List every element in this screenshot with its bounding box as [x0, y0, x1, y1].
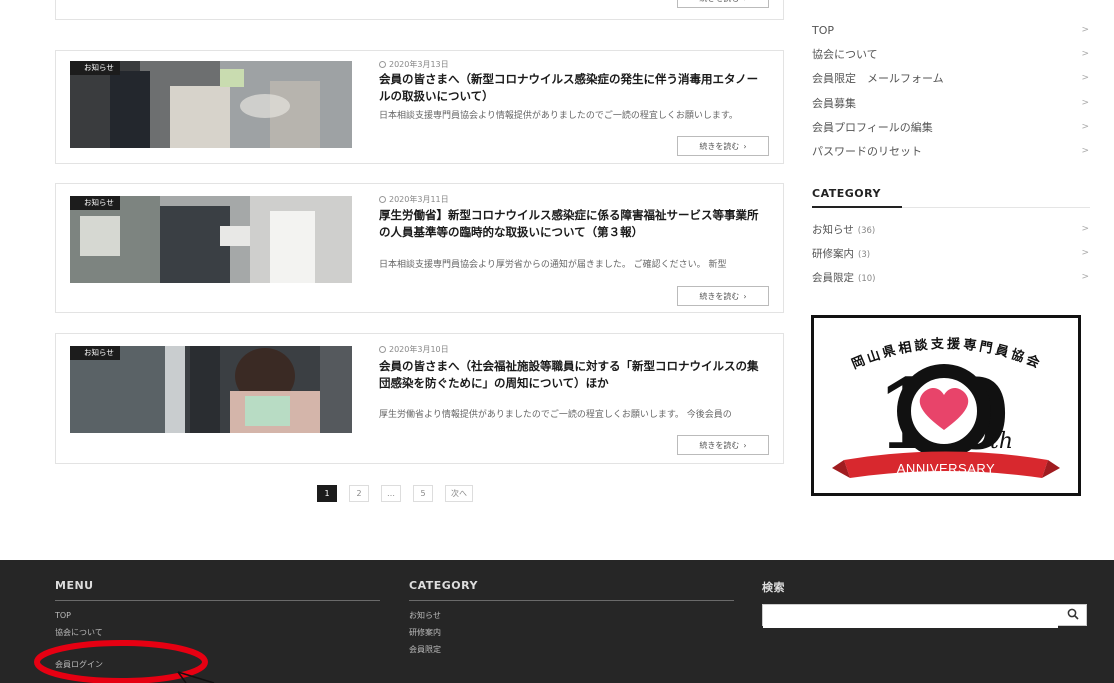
- chevron-right-icon: >: [1081, 121, 1089, 132]
- chevron-right-icon: >: [1081, 97, 1089, 108]
- post-date: 2020年3月13日: [379, 59, 449, 70]
- sidebar-item-mail-form[interactable]: 会員限定 メールフォーム >: [812, 66, 1090, 90]
- sidebar-item-recruit[interactable]: 会員募集 >: [812, 91, 1090, 115]
- chevron-right-icon: >: [1081, 73, 1089, 84]
- pagination: 1 2 … 5 次へ: [317, 485, 473, 502]
- clock-icon: [379, 196, 386, 203]
- post-thumbnail[interactable]: お知らせ: [70, 346, 352, 433]
- chevron-right-icon: >: [1081, 248, 1089, 258]
- footer-link-about[interactable]: 協会について: [55, 624, 380, 641]
- anniversary-logo[interactable]: 岡山県相談支援専門員協会 10 th ANNIVERSARY: [811, 315, 1081, 496]
- divider: [812, 206, 902, 208]
- search-input[interactable]: [763, 607, 1058, 628]
- sidebar-item-password-reset[interactable]: パスワードのリセット >: [812, 139, 1090, 163]
- next-page-button[interactable]: 次へ: [445, 485, 473, 502]
- footer-category-news[interactable]: お知らせ: [409, 607, 734, 624]
- read-more-button[interactable]: 続きを読む›: [677, 0, 769, 8]
- category-badge: お知らせ: [70, 196, 120, 210]
- post-card[interactable]: お知らせ 2020年3月13日 会員の皆さまへ（新型コロナウイルス感染症の発生に…: [55, 50, 784, 164]
- clock-icon: [379, 346, 386, 353]
- post-title[interactable]: 会員の皆さまへ（新型コロナウイルス感染症の発生に伴う消毒用エタノールの取扱いにつ…: [379, 71, 767, 105]
- logo-ribbon-text: ANNIVERSARY: [897, 461, 995, 476]
- post-excerpt: 厚生労働省より情報提供がありましたのでご一読の程宜しくお願いします。 今後会員の: [379, 410, 732, 420]
- sidebar-menu: TOP > 協会について > 会員限定 メールフォーム > 会員募集 > 会員プロフィー…: [812, 18, 1090, 163]
- post-excerpt: 日本相談支援専門員協会より情報提供がありましたのでご一読の程宜しくお願いします。: [379, 111, 738, 121]
- footer-category-members[interactable]: 会員限定: [409, 641, 734, 658]
- site-footer: MENU TOP 協会について 会員ログイン CATEGORY お知らせ 研修案…: [0, 560, 1114, 683]
- footer-menu-heading: MENU: [55, 579, 94, 592]
- footer-link-member-login[interactable]: 会員ログイン: [55, 656, 380, 673]
- footer-category-training[interactable]: 研修案内: [409, 624, 734, 641]
- clock-icon: [379, 61, 386, 68]
- post-date: 2020年3月10日: [379, 344, 449, 355]
- sidebar-item-top[interactable]: TOP >: [812, 18, 1090, 42]
- footer-search-heading: 検索: [762, 581, 785, 594]
- sidebar-category-members[interactable]: 会員限定 (10) >: [812, 265, 1090, 289]
- search-icon: [1067, 608, 1079, 620]
- sidebar-category-news[interactable]: お知らせ (36) >: [812, 217, 1090, 241]
- post-thumbnail[interactable]: お知らせ: [70, 196, 352, 283]
- chevron-right-icon: >: [1081, 224, 1089, 234]
- category-badge: お知らせ: [70, 61, 120, 75]
- footer-search-column: 検索: [762, 579, 1087, 628]
- sidebar-category-heading: CATEGORY: [812, 187, 881, 200]
- footer-category-column: CATEGORY お知らせ 研修案内 会員限定: [409, 579, 734, 658]
- chevron-right-icon: >: [1081, 146, 1089, 157]
- post-excerpt: 日本相談支援専門員協会より厚労省からの通知が届きました。 ご確認ください。 新型: [379, 260, 727, 270]
- footer-search-box: [762, 604, 1087, 628]
- read-more-button[interactable]: 続きを読む›: [677, 286, 769, 306]
- page-1-button[interactable]: 1: [317, 485, 337, 502]
- search-button[interactable]: [1060, 605, 1086, 625]
- footer-link-top[interactable]: TOP: [55, 607, 380, 624]
- footer-category-heading: CATEGORY: [409, 579, 478, 592]
- post-date: 2020年3月11日: [379, 194, 449, 205]
- sidebar-item-profile-edit[interactable]: 会員プロフィールの編集 >: [812, 115, 1090, 139]
- post-card[interactable]: お知らせ 2020年3月11日 厚生労働省】新型コロナウイルス感染症に係る障害福…: [55, 183, 784, 313]
- sidebar-category-training[interactable]: 研修案内 (3) >: [812, 241, 1090, 265]
- page-2-button[interactable]: 2: [349, 485, 369, 502]
- category-badge: お知らせ: [70, 346, 120, 360]
- chevron-right-icon: >: [1081, 272, 1089, 282]
- page-5-button[interactable]: 5: [413, 485, 433, 502]
- chevron-right-icon: >: [1081, 49, 1089, 60]
- post-card[interactable]: お知らせ 2020年3月10日 会員の皆さまへ（社会福祉施設等職員に対する「新型…: [55, 333, 784, 464]
- post-title[interactable]: 厚生労働省】新型コロナウイルス感染症に係る障害福祉サービス等事業所の人員基準等の…: [379, 207, 767, 241]
- post-title[interactable]: 会員の皆さまへ（社会福祉施設等職員に対する「新型コロナウイルスの集団感染を防ぐた…: [379, 358, 767, 392]
- page-ellipsis: …: [381, 485, 401, 502]
- post-thumbnail[interactable]: お知らせ: [70, 61, 352, 148]
- read-more-button[interactable]: 続きを読む›: [677, 435, 769, 455]
- sidebar-item-about[interactable]: 協会について >: [812, 42, 1090, 66]
- chevron-right-icon: >: [1081, 25, 1089, 36]
- footer-menu-column: MENU TOP 協会について 会員ログイン: [55, 579, 380, 673]
- post-card-partial: 続きを読む›: [55, 0, 784, 20]
- sidebar-categories: お知らせ (36) > 研修案内 (3) > 会員限定 (10) >: [812, 217, 1090, 289]
- logo-suffix: th: [990, 429, 1013, 454]
- read-more-button[interactable]: 続きを読む›: [677, 136, 769, 156]
